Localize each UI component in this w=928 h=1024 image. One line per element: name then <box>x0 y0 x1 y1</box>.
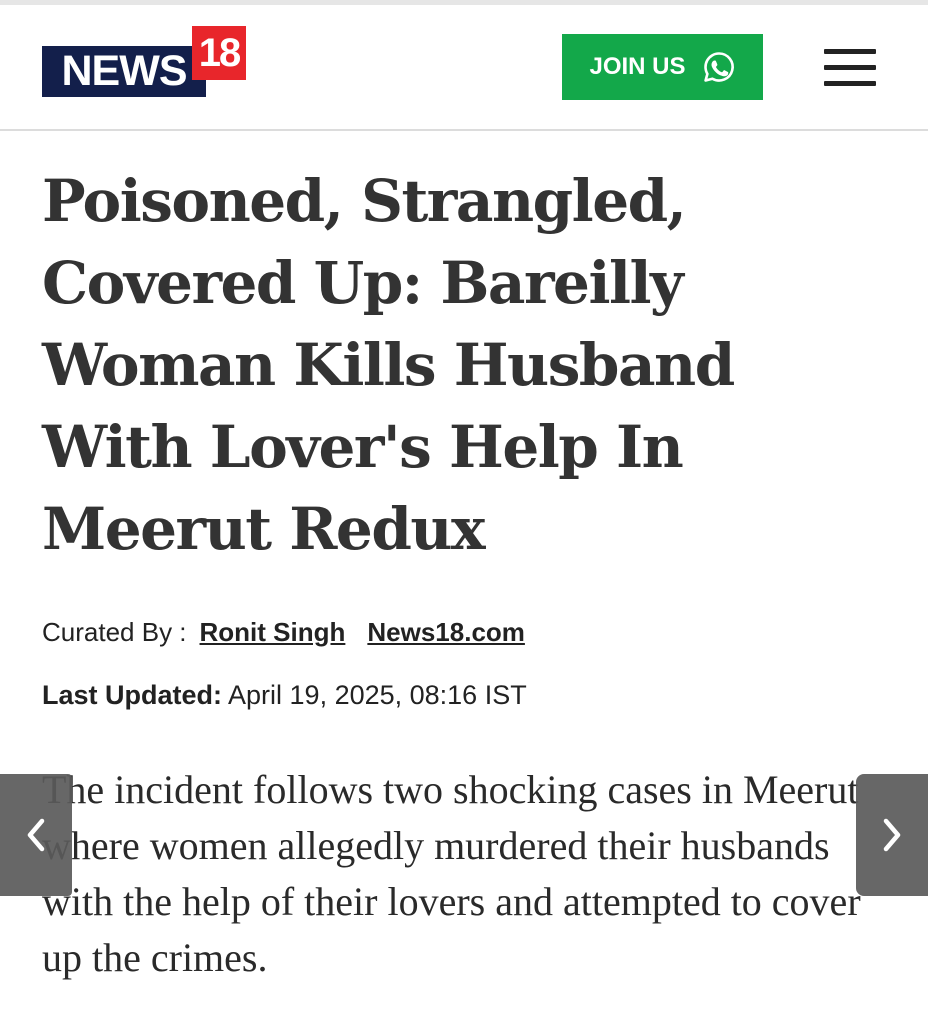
carousel-prev-button[interactable] <box>0 774 72 896</box>
carousel-next-button[interactable] <box>856 774 928 896</box>
author-link[interactable]: Ronit Singh <box>200 617 346 648</box>
menu-bar <box>824 81 876 86</box>
source-link[interactable]: News18.com <box>367 617 525 648</box>
logo-number: 18 <box>192 26 246 80</box>
menu-bar <box>824 49 876 54</box>
last-updated: Last Updated: April 19, 2025, 08:16 IST <box>42 680 527 711</box>
site-header: NEWS 18 JOIN US <box>0 5 928 131</box>
article-headline: Poisoned, Strangled, Covered Up: Bareill… <box>42 167 735 563</box>
whatsapp-icon <box>703 52 734 82</box>
chevron-right-icon <box>883 818 901 852</box>
last-updated-value: April 19, 2025, 08:16 IST <box>228 680 527 710</box>
byline-label: Curated By : <box>42 617 187 647</box>
article-summary: The incident follows two shocking cases … <box>42 767 861 980</box>
news18-logo[interactable]: NEWS 18 <box>42 24 248 100</box>
join-us-label: JOIN US <box>589 53 686 80</box>
hamburger-menu-icon[interactable] <box>822 47 878 89</box>
last-updated-label: Last Updated: <box>42 680 223 710</box>
join-us-button[interactable]: JOIN US <box>562 34 763 100</box>
chevron-left-icon <box>27 818 45 852</box>
byline: Curated By : Ronit Singh News18.com <box>42 617 525 648</box>
logo-word: NEWS <box>42 46 206 97</box>
menu-bar <box>824 65 876 70</box>
